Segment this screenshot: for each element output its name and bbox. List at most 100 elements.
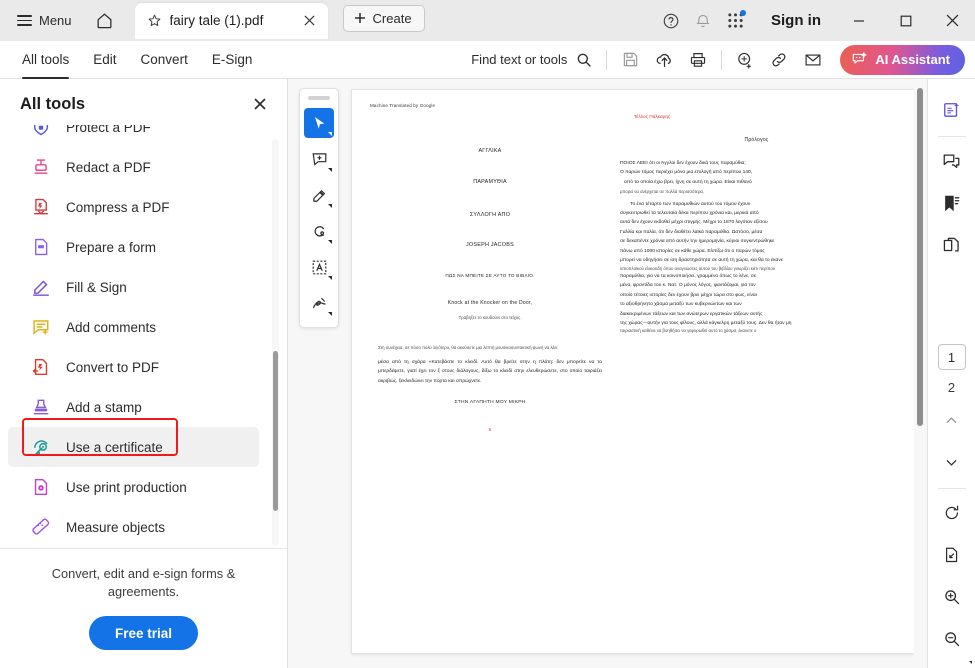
cloud-upload-icon [656,54,671,68]
help-button[interactable] [656,6,686,36]
star-icon[interactable] [147,13,162,28]
sidebar-item-compress-a-pdf[interactable]: Compress a PDF [8,187,259,227]
sidebar-item-add-a-stamp[interactable]: Add a stamp [8,387,259,427]
draw-tool-button[interactable] [304,216,334,246]
sidebar-item-use-a-certificate[interactable]: Use a certificate [8,418,259,467]
ai-summary-button[interactable] [936,94,968,126]
maximize-icon [900,15,911,26]
bookmarks-panel-button[interactable] [936,187,968,219]
doc-line: Knock at the Knocker on the Door, [447,300,533,306]
next-page-button[interactable] [936,446,968,478]
add-comment-tool-button[interactable] [304,144,334,174]
select-tool-button[interactable] [304,108,334,138]
shield-lock-icon [30,125,52,138]
acrobat-window: Menu fairy tale (1).pdf Create Sign in A… [0,0,975,668]
sidebar-close-button[interactable] [249,93,271,115]
tab-edit[interactable]: Edit [81,41,128,79]
right-rail: 1 2 [927,79,975,668]
zoom-in-icon [944,590,959,605]
sidebar-item-use-print-production[interactable]: Use print production [8,467,259,507]
create-button[interactable]: Create [342,4,425,32]
previous-page-button[interactable] [936,404,968,436]
sidebar-tool-list: Protect a PDF Redact a PDF Compress a PD… [0,125,269,548]
zoom-in-button[interactable] [936,581,968,613]
sidebar-item-add-comments[interactable]: Add comments [8,307,259,347]
sign-in-button[interactable]: Sign in [758,6,834,36]
menu-button[interactable]: Menu [9,6,80,36]
sidebar-item-label: Use a certificate [66,439,163,455]
home-button[interactable] [88,6,122,36]
doc-body-line: οποίο τέτοιες ιστορίες δεν έχουν βρει μέ… [620,292,757,298]
tab-esign[interactable]: E-Sign [200,41,265,79]
current-page-indicator[interactable]: 1 [937,344,966,370]
doc-body-line: Γαλλία και Ιταλία, ότι δεν διαθέτει λαϊκ… [620,229,763,235]
zoom-out-icon [944,632,959,647]
tab-convert[interactable]: Convert [129,41,200,79]
chevron-down-icon [328,276,332,280]
doc-line: ΠΩΣ ΝΑ ΜΠΕΙΤΕ ΣΕ ΑΥΤΟ ΤΟ ΒΙΒΛΙΟ. [445,273,535,278]
signature-tool-button[interactable] [304,288,334,318]
share-link-button[interactable] [762,44,796,75]
fit-page-button[interactable] [936,539,972,664]
text-select-tool-button[interactable] [304,252,334,282]
search-icon [577,53,592,67]
toolbar-divider-1 [606,49,608,70]
viewer-scrollbar-track[interactable] [914,79,926,668]
sidebar-item-label: Redact a PDF [66,159,151,175]
zoom-out-button[interactable] [936,623,968,655]
comments-panel-button[interactable] [936,145,968,177]
sidebar-item-convert-to-pdf[interactable]: Convert to PDF [8,347,259,387]
find-text-or-tools-button[interactable]: Find text or tools [463,45,600,75]
bookmarks-panel-icon [945,195,960,211]
sidebar-title: All tools [20,94,86,113]
doc-small-note: μπορεί να ανέρχεται σε πολλά περισσότερα… [620,189,705,195]
save-button[interactable] [613,44,647,75]
sidebar-item-measure-objects[interactable]: Measure objects [8,507,259,547]
doc-line: JOSEPH JACOBS [466,242,514,248]
form-icon [30,236,52,258]
notifications-button[interactable] [688,6,718,36]
machine-translation-note: Machine Translated by Google [370,103,436,108]
draw-tool-icon [314,225,324,237]
window-minimize-button[interactable] [836,0,881,41]
rotate-button[interactable] [936,497,968,529]
pdf-two-columns: ΑΓΓΛΙΚΑ ΠΑΡΑΜΥΘΙΑ ΣΥΛΛΟΓΗ ΑΠΟ JOSEPH JAC… [370,114,901,432]
doc-page-number: 5 [488,426,492,432]
sidebar-item-redact-a-pdf[interactable]: Redact a PDF [8,147,259,187]
add-stamp-button[interactable] [728,44,762,75]
rail-divider-2 [937,488,966,489]
highlight-tool-button[interactable] [304,180,334,210]
apps-button[interactable] [720,6,750,36]
quick-tools-drag-handle[interactable] [308,96,330,100]
certificate-icon [30,436,52,458]
window-close-button[interactable] [930,0,975,41]
pdf-page-1[interactable]: Machine Translated by Google ΑΓΓΛΙΚΑ ΠΑΡ… [351,89,920,654]
page-thumbnails-button[interactable] [936,229,968,261]
free-trial-button[interactable]: Free trial [88,616,199,650]
apps-notification-dot [740,9,746,16]
help-circle-icon [663,13,679,28]
sidebar-item-prepare-a-form[interactable]: Prepare a form [8,227,259,267]
sidebar-item-fill-and-sign[interactable]: Fill & Sign [8,267,259,307]
ai-assistant-label: AI Assistant [875,52,950,67]
print-button[interactable] [681,44,715,75]
email-icon [805,54,821,65]
cloud-upload-button[interactable] [647,44,681,75]
doc-paragraph-small: Στη συνέχεια, σε πόσο πολύ λιγότερο, θα … [378,345,559,351]
viewer-scrollbar-thumb[interactable] [917,88,923,426]
sidebar-scrollbar-track[interactable] [272,139,279,546]
sidebar-item-label: Fill & Sign [66,279,127,295]
tab-esign-label: E-Sign [211,52,253,67]
document-tab[interactable]: fairy tale (1).pdf [134,2,328,39]
next-page-number[interactable]: 2 [938,375,966,399]
signature-tool-icon [312,297,326,308]
document-tab-close-button[interactable] [300,11,320,31]
email-button[interactable] [796,44,830,75]
window-maximize-button[interactable] [883,0,928,41]
tab-all-tools[interactable]: All tools [10,41,81,79]
highlight-tool-icon [312,189,325,202]
ai-assistant-button[interactable]: AI Assistant [840,44,965,75]
sidebar-scrollbar-thumb[interactable] [273,351,278,511]
title-bar-left: Menu fairy tale (1).pdf Create [0,0,425,41]
sidebar-item-protect-a-pdf[interactable]: Protect a PDF [8,125,259,147]
